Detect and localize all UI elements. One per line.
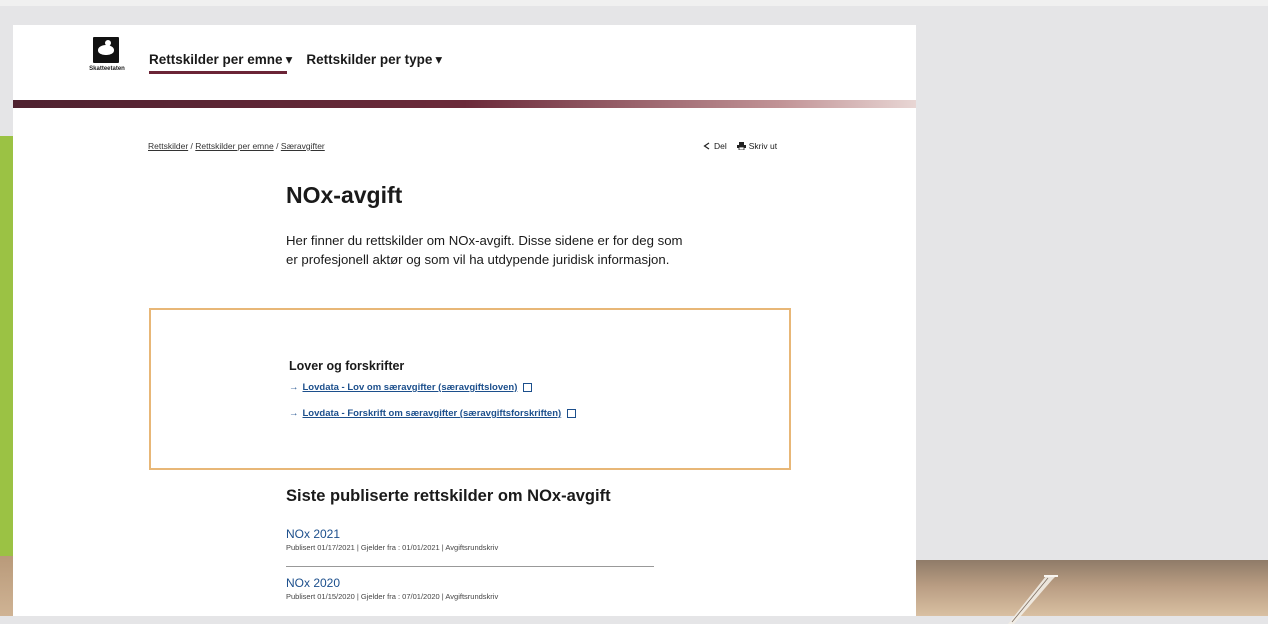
breadcrumb-item-per-emne[interactable]: Rettskilder per emne [195,141,273,151]
left-photo-strip [0,556,13,616]
nav-label: Rettskilder per type [306,52,433,67]
logo-text: Skatteetaten [89,66,125,72]
print-button[interactable]: Skriv ut [736,141,778,151]
breadcrumb-item-rettskilder[interactable]: Rettskilder [148,141,188,151]
page-actions: Del Skriv ut [703,141,777,151]
link-saeravgiftsloven[interactable]: Lovdata - Lov om særavgifter (særavgifts… [303,382,518,393]
laws-box: Lover og forskrifter → Lovdata - Lov om … [149,308,791,470]
publication-link-nox-2021[interactable]: NOx 2021 [286,527,656,541]
crane-illustration [1008,575,1058,624]
chevron-down-icon: ▾ [285,52,293,67]
link-saeravgiftsforskriften[interactable]: Lovdata - Forskrift om særavgifter (særa… [303,408,562,419]
share-icon [703,142,710,150]
page-title: NOx-avgift [286,182,403,208]
laws-heading: Lover og forskrifter [289,359,405,373]
left-background [0,6,13,136]
breadcrumb-separator: / [276,141,279,151]
nav-rettskilder-per-emne[interactable]: Rettskilder per emne ▾ [149,52,292,68]
external-link-icon [523,383,533,392]
publication-link-nox-2020[interactable]: NOx 2020 [286,576,656,590]
brand-band [13,100,916,108]
logo-icon [93,37,119,63]
nav-label: Rettskilder per emne [149,52,283,67]
nav-rettskilder-per-type[interactable]: Rettskilder per type ▾ [306,52,442,68]
nav-active-indicator [149,71,287,74]
external-link-icon [567,409,577,418]
breadcrumb: Rettskilder / Rettskilder per emne / Sær… [148,141,325,151]
publication-meta: Publisert 01/15/2020 | Gjelder fra : 07/… [286,592,499,601]
arrow-right-icon: → [289,382,299,393]
publication-meta: Publisert 01/17/2021 | Gjelder fra : 01/… [286,543,499,552]
chevron-down-icon: ▾ [435,52,443,67]
list-item: NOx 2021 Publisert 01/17/2021 | Gjelder … [286,527,656,552]
breadcrumb-item-saeravgifter[interactable]: Særavgifter [281,141,325,151]
latest-heading: Siste publiserte rettskilder om NOx-avgi… [286,487,611,505]
page-intro: Her finner du rettskilder om NOx-avgift.… [286,233,683,267]
top-strip [0,0,1268,6]
logo[interactable]: Skatteetaten [89,37,125,81]
law-link-row: → Lovdata - Lov om særavgifter (særavgif… [289,382,533,393]
arrow-right-icon: → [289,408,299,419]
main-page: Skatteetaten Rettskilder per emne ▾ Retts… [13,25,916,616]
print-label: Skriv ut [748,141,778,151]
left-green-strip [0,136,13,556]
share-button[interactable]: Del [703,141,727,151]
divider [286,566,654,567]
main-nav: Rettskilder per emne ▾ Rettskilder per ty… [149,52,442,68]
print-icon [736,142,746,150]
list-item: NOx 2020 Publisert 01/15/2020 | Gjelder … [286,576,656,601]
breadcrumb-separator: / [190,141,193,151]
share-label: Del [714,141,727,151]
background-photo [916,560,1268,616]
law-link-row: → Lovdata - Forskrift om særavgifter (sæ… [289,408,577,419]
